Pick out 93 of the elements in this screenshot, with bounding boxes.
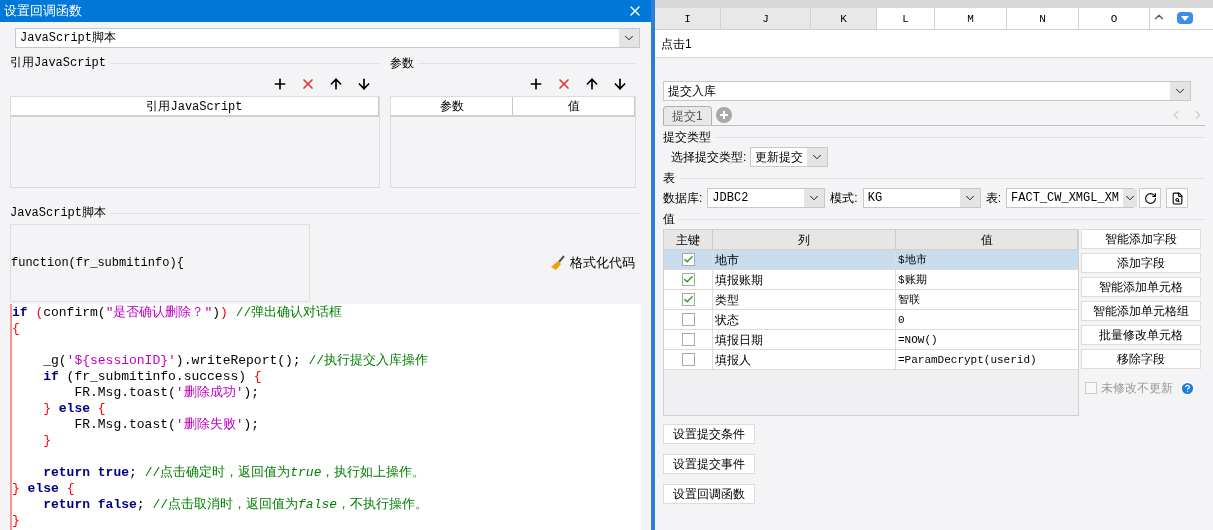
code-line: } xyxy=(12,513,20,529)
table-cell-text: $账期 xyxy=(897,273,928,288)
checkbox[interactable] xyxy=(681,353,695,366)
table-cell: 填报账期 xyxy=(713,270,896,289)
action-button[interactable]: 添加字段 xyxy=(1081,253,1201,273)
field-label: 数据库: xyxy=(663,190,703,207)
table-cell-text: $地市 xyxy=(897,253,928,268)
action-button[interactable]: 批量修改单元格 xyxy=(1081,325,1201,345)
table-cell: 类型 xyxy=(713,290,896,309)
checkbox[interactable] xyxy=(681,293,695,306)
field-label: 选择提交类型: xyxy=(671,149,747,166)
submit-mode-select[interactable]: 提交入库 xyxy=(663,81,1191,101)
table-select[interactable]: FACT_CW_XMGL_XM xyxy=(1006,188,1135,208)
checkbox[interactable] xyxy=(681,273,695,286)
table-cell: 填报人 xyxy=(713,350,896,369)
format-code-button[interactable]: 格式化代码 xyxy=(550,253,635,273)
move-up-icon[interactable] xyxy=(584,76,600,92)
section-heading: 提交类型 xyxy=(663,129,711,146)
field-label: 模式: xyxy=(830,190,858,207)
help-icon[interactable] xyxy=(1180,380,1195,396)
code-line: return true; //点击确定时，返回值为 true，执行如上操作。 xyxy=(42,465,426,481)
code-line: } xyxy=(42,433,51,449)
table-row[interactable]: 地市 $地市 xyxy=(664,250,1078,270)
column-header: 列 xyxy=(713,230,896,249)
code-line: if (confirm("是否确认删除？")) //弹出确认对话框 xyxy=(12,305,343,321)
table-cell-text: =NOW() xyxy=(897,333,939,348)
checkbox[interactable] xyxy=(681,313,695,326)
action-button[interactable]: 设置回调函数 xyxy=(663,484,755,504)
column-header: 值 xyxy=(513,97,635,115)
preview-button[interactable] xyxy=(1166,188,1189,208)
dialog-title: 设置回调函数 xyxy=(4,2,82,21)
column-header[interactable]: I xyxy=(655,8,721,29)
column-header: 参数 xyxy=(391,97,513,115)
action-button[interactable]: 移除字段 xyxy=(1081,349,1201,369)
code-line: if (fr_submitinfo.success) { xyxy=(42,369,262,385)
table-row[interactable]: 填报日期 =NOW() xyxy=(664,330,1078,350)
column-header: 主键 xyxy=(664,230,713,249)
preview-icon xyxy=(1170,191,1184,205)
table-cell-text: 0 xyxy=(897,313,906,328)
column-header[interactable]: K xyxy=(811,8,877,29)
section-heading: 表 xyxy=(663,170,675,187)
refresh-icon xyxy=(1143,191,1157,205)
table-cell: 状态 xyxy=(713,310,896,329)
move-down-icon[interactable] xyxy=(356,76,372,92)
script-type-select[interactable]: JavaScript脚本 xyxy=(15,28,640,48)
move-down-icon[interactable] xyxy=(612,76,628,92)
table-cell-text: =ParamDecrypt(userid) xyxy=(897,353,1038,368)
function-signature: function(fr_submitinfo){ xyxy=(11,255,184,272)
action-button[interactable]: 设置提交条件 xyxy=(663,424,755,444)
refresh-button[interactable] xyxy=(1139,188,1162,208)
delete-icon[interactable] xyxy=(556,76,572,92)
column-header: 引用JavaScript xyxy=(11,97,379,115)
cell-label: 点击1 xyxy=(661,35,692,53)
action-button[interactable]: 智能添加单元格组 xyxy=(1081,301,1201,321)
checkbox-label: 未修改不更新 xyxy=(1101,380,1173,397)
code-line: { xyxy=(12,321,20,337)
table-row[interactable]: 类型 智联 xyxy=(664,290,1078,310)
database-select[interactable]: JDBC2 xyxy=(707,188,826,208)
code-line: FR.Msg.toast('删除成功'); xyxy=(73,385,260,401)
broom-icon xyxy=(550,255,566,271)
table-row[interactable]: 状态 0 xyxy=(664,310,1078,330)
field-label: 表: xyxy=(985,190,1002,207)
column-header: 值 xyxy=(896,230,1078,249)
code-line: return false; //点击取消时，返回值为false，不执行操作。 xyxy=(42,497,429,513)
code-line: FR.Msg.toast('删除失败'); xyxy=(73,417,260,433)
action-button[interactable]: 设置提交事件 xyxy=(663,454,755,474)
table-cell: 填报日期 xyxy=(713,330,896,349)
table-cell-text: 智联 xyxy=(897,293,921,308)
checkbox[interactable] xyxy=(681,333,695,346)
section-heading: 值 xyxy=(663,211,675,228)
schema-select[interactable]: KG xyxy=(862,188,981,208)
tab[interactable]: 提交1 xyxy=(663,106,712,125)
table-row[interactable]: 填报人 =ParamDecrypt(userid) xyxy=(664,350,1078,370)
delete-icon[interactable] xyxy=(300,76,316,92)
table-row[interactable]: 填报账期 $账期 xyxy=(664,270,1078,290)
code-line: _g('${sessionID}').writeReport(); //执行提交入库操作 xyxy=(42,353,429,369)
code-line: } else { xyxy=(12,481,75,497)
add-icon[interactable] xyxy=(528,76,544,92)
action-button[interactable]: 智能添加单元格 xyxy=(1081,277,1201,297)
section-heading: 参数 xyxy=(390,55,414,72)
code-editor[interactable] xyxy=(10,304,641,530)
code-line: } else { xyxy=(42,401,106,417)
add-icon[interactable] xyxy=(272,76,288,92)
table-cell: 地市 xyxy=(713,250,896,269)
submit-type-select[interactable]: 更新提交 xyxy=(750,147,829,167)
action-button[interactable]: 智能添加字段 xyxy=(1081,229,1201,249)
move-up-icon[interactable] xyxy=(328,76,344,92)
section-heading: JavaScript脚本 xyxy=(10,205,106,222)
column-header[interactable]: J xyxy=(721,8,811,29)
dropdown-icon[interactable] xyxy=(1177,12,1193,24)
checkbox[interactable] xyxy=(681,253,695,266)
add-tab-icon[interactable] xyxy=(715,107,732,123)
section-heading: 引用JavaScript xyxy=(10,55,106,72)
